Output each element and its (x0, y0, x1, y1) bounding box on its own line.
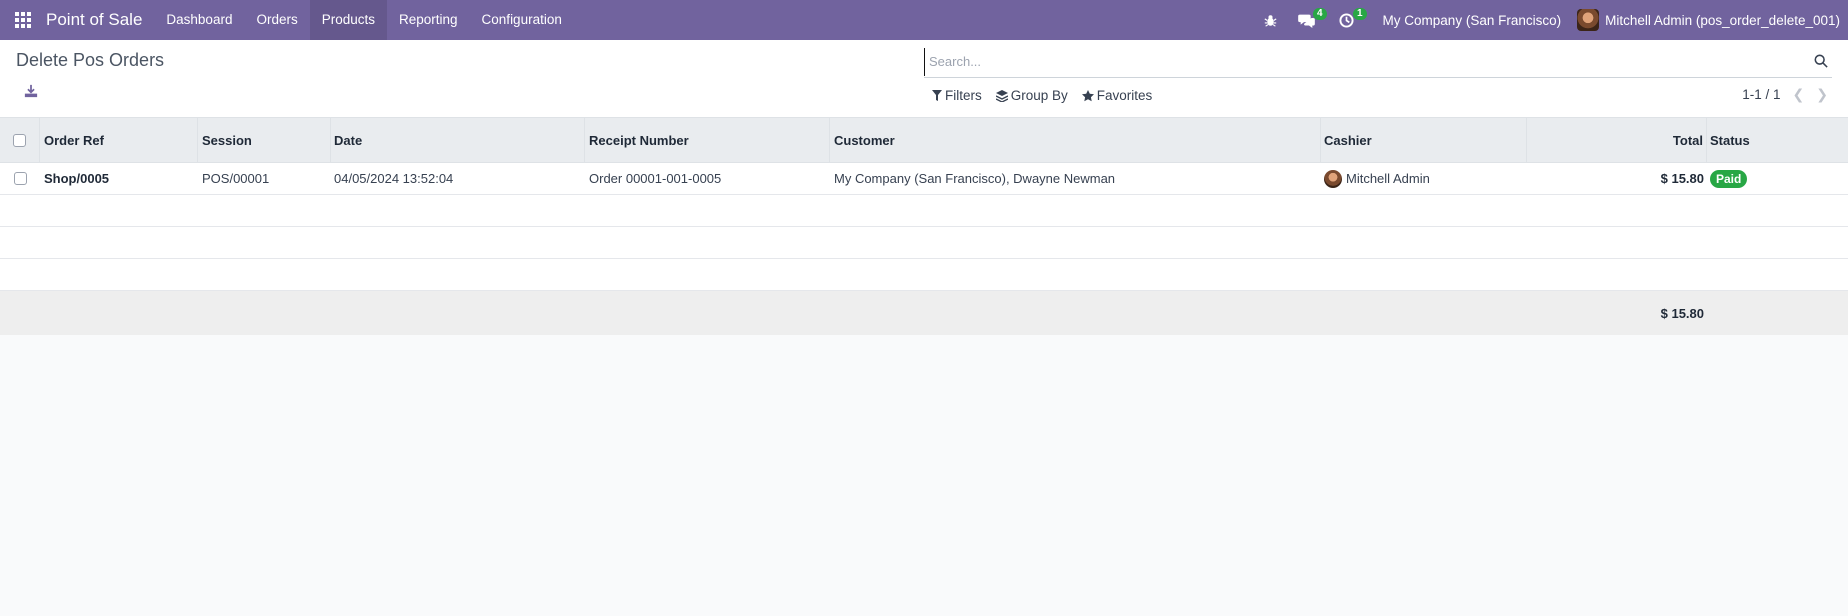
groupby-label: Group By (1010, 88, 1068, 103)
session: POS/00001 (202, 171, 270, 186)
debug-bug-icon[interactable] (1255, 0, 1287, 40)
select-all-cell (0, 118, 40, 162)
table-row[interactable]: Shop/0005 POS/00001 04/05/2024 13:52:04 … (0, 163, 1848, 195)
download-icon[interactable] (24, 84, 42, 102)
pager: 1-1 / 1 ❮ ❯ (1742, 86, 1828, 103)
search-icon[interactable] (1814, 54, 1830, 70)
table-footer: $ 15.80 (0, 291, 1848, 335)
filters-label: Filters (945, 88, 982, 103)
pager-previous-icon[interactable]: ❮ (1793, 86, 1805, 103)
order-total: $ 15.80 (1660, 171, 1704, 186)
control-panel: Delete Pos Orders Filters Group By Favor… (0, 40, 1848, 118)
empty-row (0, 227, 1848, 259)
messages-icon[interactable]: 4 (1287, 0, 1327, 40)
pager-next-icon[interactable]: ❯ (1816, 86, 1828, 103)
cashier-cell: Mitchell Admin (1321, 163, 1527, 194)
header-status[interactable]: Status (1707, 118, 1848, 162)
search-input[interactable] (924, 47, 1794, 76)
cashier-avatar (1324, 169, 1342, 188)
row-checkbox[interactable] (13, 172, 27, 185)
order-date: 04/05/2024 13:52:04 (334, 171, 454, 186)
empty-row (0, 195, 1848, 227)
menu-dashboard[interactable]: Dashboard (154, 0, 244, 40)
top-navbar: Point of Sale Dashboard Orders Products … (0, 0, 1848, 40)
header-session[interactable]: Session (198, 118, 331, 162)
menu-reporting[interactable]: Reporting (387, 0, 470, 40)
menu-orders[interactable]: Orders (244, 0, 309, 40)
customer: My Company (San Francisco), Dwayne Newma… (834, 171, 1116, 186)
user-menu[interactable]: Mitchell Admin (pos_order_delete_001) (1577, 9, 1848, 31)
menu-configuration[interactable]: Configuration (470, 0, 574, 40)
activities-count-badge: 1 (1352, 8, 1367, 20)
receipt-number: Order 00001-001-0005 (589, 171, 722, 186)
user-avatar (1577, 9, 1600, 31)
pager-value[interactable]: 1-1 / 1 (1742, 87, 1780, 102)
header-receipt-number[interactable]: Receipt Number (585, 118, 830, 162)
apps-menu-icon[interactable] (0, 0, 46, 40)
star-icon (1081, 89, 1094, 101)
select-all-checkbox[interactable] (13, 133, 26, 147)
main-menu: Dashboard Orders Products Reporting Conf… (154, 0, 573, 40)
footer-total: $ 15.80 (1660, 305, 1704, 321)
layers-icon (995, 89, 1008, 102)
user-name: Mitchell Admin (pos_order_delete_001) (1605, 12, 1840, 28)
status-cell: Paid (1707, 163, 1848, 194)
header-order-ref[interactable]: Order Ref (40, 118, 198, 162)
order-ref: Shop/0005 (44, 171, 110, 186)
page-title: Delete Pos Orders (16, 50, 165, 70)
cashier-name: Mitchell Admin (1346, 171, 1430, 186)
groupby-button[interactable]: Group By (995, 88, 1068, 103)
favorites-button[interactable]: Favorites (1081, 88, 1153, 103)
header-date[interactable]: Date (331, 118, 585, 162)
messages-count-badge: 4 (1312, 8, 1327, 20)
company-switcher[interactable]: My Company (San Francisco) (1367, 13, 1578, 28)
navbar-systray: 4 1 My Company (San Francisco) Mitchell … (1255, 0, 1848, 40)
row-select-cell (0, 163, 40, 194)
filter-icon (932, 90, 942, 101)
status-badge: Paid (1710, 169, 1748, 188)
search-bar (924, 46, 1832, 78)
header-customer[interactable]: Customer (830, 118, 1321, 162)
filters-button[interactable]: Filters (932, 88, 982, 103)
empty-row (0, 259, 1848, 291)
app-brand[interactable]: Point of Sale (46, 0, 154, 40)
orders-list: Order Ref Session Date Receipt Number Cu… (0, 118, 1848, 335)
header-total[interactable]: Total (1527, 118, 1707, 162)
search-options: Filters Group By Favorites (932, 88, 1152, 103)
header-cashier[interactable]: Cashier (1321, 118, 1527, 162)
activities-clock-icon[interactable]: 1 (1327, 0, 1367, 40)
menu-products[interactable]: Products (309, 0, 387, 40)
favorites-label: Favorites (1096, 88, 1153, 103)
table-header: Order Ref Session Date Receipt Number Cu… (0, 118, 1848, 163)
